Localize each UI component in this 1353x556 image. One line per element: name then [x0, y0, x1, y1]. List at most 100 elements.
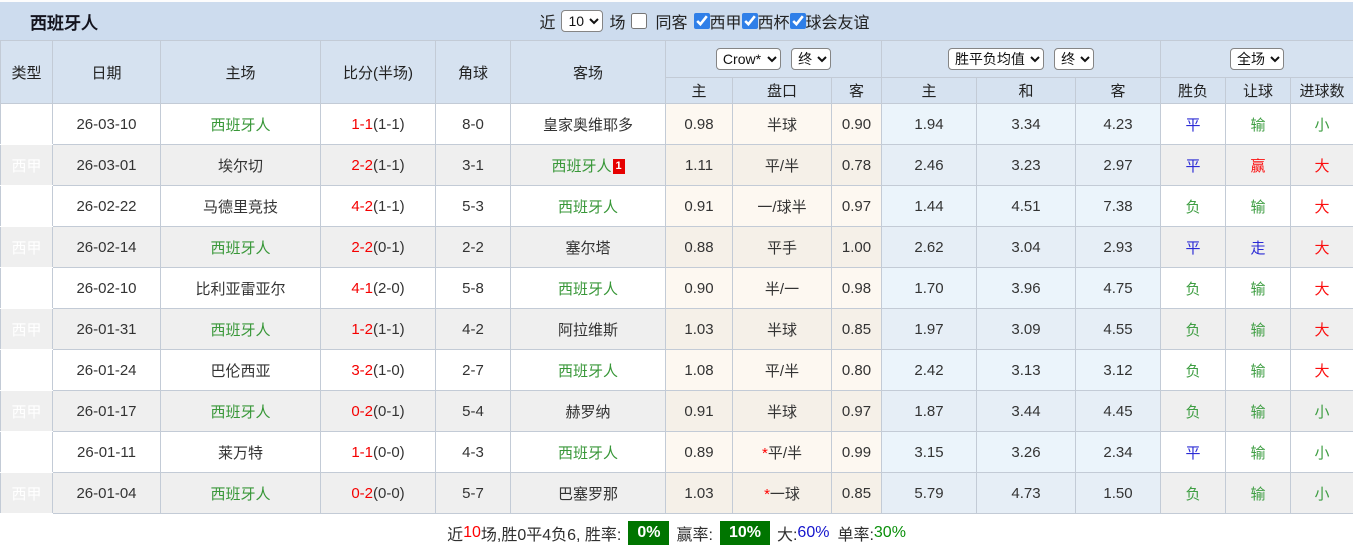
match-stats-page: 西班牙人 近 10 场 同客 西甲西杯球会友谊 类型 [0, 0, 1353, 556]
half-time-score: (1-1) [373, 116, 405, 133]
goals-result-cell: 大 [1291, 309, 1353, 350]
table-row: 西甲26-03-10西班牙人1-1(1-1)8-0皇家奥维耶多0.98半球0.9… [1, 104, 1353, 145]
home-team-name[interactable]: 西班牙人 [210, 486, 270, 503]
big-label: 大: [777, 521, 797, 545]
subcol-goals: 进球数 [1291, 78, 1353, 104]
home-team-name[interactable]: 埃尔切 [218, 158, 263, 175]
home-team-name[interactable]: 巴伦西亚 [210, 363, 270, 380]
filter-controls: 近 10 场 同客 西甲西杯球会友谊 [539, 9, 869, 33]
table-row: 西甲26-02-22马德里竞技4-2(1-1)5-3西班牙人0.91一/球半0.… [1, 186, 1353, 227]
half-time-score: (0-0) [373, 444, 405, 461]
big-pct: 60% [797, 524, 829, 542]
bookmaker-select[interactable]: Crow* [716, 48, 781, 70]
league-checkbox[interactable] [790, 13, 806, 29]
home-team-name[interactable]: 马德里竞技 [203, 199, 278, 216]
home-team-name[interactable]: 西班牙人 [210, 240, 270, 257]
goals-result-cell: 大 [1291, 227, 1353, 268]
handicap-result-cell: 输 [1226, 104, 1291, 145]
away-team-name[interactable]: 西班牙人 [558, 281, 618, 298]
same-away-checkbox[interactable] [631, 13, 647, 29]
league-label: 西甲 [710, 9, 742, 33]
scope-select[interactable]: 全场 [1230, 48, 1284, 70]
home-team-cell: 马德里竞技 [161, 186, 321, 227]
score-cell: 4-2(1-1) [321, 186, 436, 227]
handicap-line-text: 一/球半 [757, 199, 806, 216]
half-time-score: (0-1) [373, 403, 405, 420]
home-team-cell: 埃尔切 [161, 145, 321, 186]
handicap-line-cell: 半球 [733, 391, 832, 432]
away-team-name[interactable]: 塞尔塔 [565, 240, 610, 257]
home-team-name[interactable]: 比利亚雷亚尔 [195, 281, 285, 298]
league-checkbox[interactable] [694, 13, 710, 29]
recent-label: 近 [539, 9, 555, 33]
subcol-handicap-line: 盘口 [733, 78, 832, 104]
handicap-result-cell: 输 [1226, 432, 1291, 473]
result-cell: 平 [1161, 145, 1226, 186]
home-team-name[interactable]: 西班牙人 [210, 322, 270, 339]
away-team-name[interactable]: 阿拉维斯 [558, 322, 618, 339]
home-team-name[interactable]: 西班牙人 [210, 117, 270, 134]
date-cell: 26-03-10 [53, 104, 161, 145]
league-cell: 西甲 [1, 350, 53, 391]
away-team-cell: 西班牙人 [511, 186, 666, 227]
handicap-home-odds-cell: 1.03 [666, 309, 733, 350]
handicap-away-odds-cell: 0.98 [832, 268, 882, 309]
subcol-handicap-away: 客 [832, 78, 882, 104]
table-row: 西甲26-01-17西班牙人0-2(0-1)5-4赫罗纳0.91半球0.971.… [1, 391, 1353, 432]
away-team-name[interactable]: 西班牙人 [558, 363, 618, 380]
full-time-score: 4-1 [351, 280, 373, 297]
league-cell: 西甲 [1, 432, 53, 473]
result-cell: 负 [1161, 473, 1226, 514]
away-team-name[interactable]: 巴塞罗那 [558, 486, 618, 503]
away-team-name[interactable]: 皇家奥维耶多 [543, 117, 633, 134]
subcol-odds-draw: 和 [977, 78, 1076, 104]
league-filter[interactable]: 西甲 [694, 9, 742, 33]
topbar: 西班牙人 近 10 场 同客 西甲西杯球会友谊 [0, 2, 1353, 40]
away-team-name[interactable]: 西班牙人 [558, 199, 618, 216]
handicap-line-text: 平/半 [765, 363, 799, 380]
handicap-line-text: 平/半 [765, 158, 799, 175]
away-team-name[interactable]: 赫罗纳 [565, 404, 610, 421]
corner-cell: 2-7 [436, 350, 511, 391]
away-team-name[interactable]: 西班牙人 [558, 445, 618, 462]
handicap-home-odds-cell: 0.98 [666, 104, 733, 145]
odds-type-select[interactable]: 胜平负均值 [948, 48, 1044, 70]
corner-cell: 2-2 [436, 227, 511, 268]
handicap-away-odds-cell: 0.85 [832, 309, 882, 350]
handicap-result-cell: 赢 [1226, 145, 1291, 186]
handicap-away-odds-cell: 0.90 [832, 104, 882, 145]
date-cell: 26-01-11 [53, 432, 161, 473]
odds-draw-cell: 3.04 [977, 227, 1076, 268]
half-time-score: (0-0) [373, 485, 405, 502]
match-table: 类型 日期 主场 比分(半场) 角球 客场 Crow* 终 胜平负均值 [0, 40, 1353, 514]
league-checkbox[interactable] [742, 13, 758, 29]
away-team-cell: 阿拉维斯 [511, 309, 666, 350]
score-cell: 1-1(1-1) [321, 104, 436, 145]
odds-away-cell: 2.93 [1076, 227, 1161, 268]
handicap-time-select[interactable]: 终 [791, 48, 831, 70]
handicap-result-cell: 输 [1226, 268, 1291, 309]
league-cell: 西甲 [1, 186, 53, 227]
away-team-cell: 巴塞罗那 [511, 473, 666, 514]
home-team-name[interactable]: 莱万特 [218, 445, 263, 462]
recent-count-select[interactable]: 10 [561, 10, 603, 32]
result-cell: 负 [1161, 391, 1226, 432]
odds-away-cell: 2.34 [1076, 432, 1161, 473]
handicap-home-odds-cell: 1.08 [666, 350, 733, 391]
full-time-score: 2-2 [351, 239, 373, 256]
goals-result-cell: 小 [1291, 432, 1353, 473]
away-team-name[interactable]: 西班牙人 [551, 158, 611, 175]
league-filter[interactable]: 球会友谊 [790, 9, 870, 33]
handicap-line-cell: *平/半 [733, 432, 832, 473]
league-filter[interactable]: 西杯 [742, 9, 790, 33]
handicap-line-cell: 平/半 [733, 145, 832, 186]
result-cell: 负 [1161, 186, 1226, 227]
col-date: 日期 [53, 41, 161, 104]
match-table-body: 西甲26-03-10西班牙人1-1(1-1)8-0皇家奥维耶多0.98半球0.9… [1, 104, 1353, 514]
home-team-cell: 西班牙人 [161, 309, 321, 350]
handicap-line-text: 平/半 [768, 445, 802, 462]
odd-pct: 30% [874, 524, 906, 542]
home-team-name[interactable]: 西班牙人 [210, 404, 270, 421]
handicap-away-odds-cell: 0.97 [832, 391, 882, 432]
odds-time-select[interactable]: 终 [1054, 48, 1094, 70]
